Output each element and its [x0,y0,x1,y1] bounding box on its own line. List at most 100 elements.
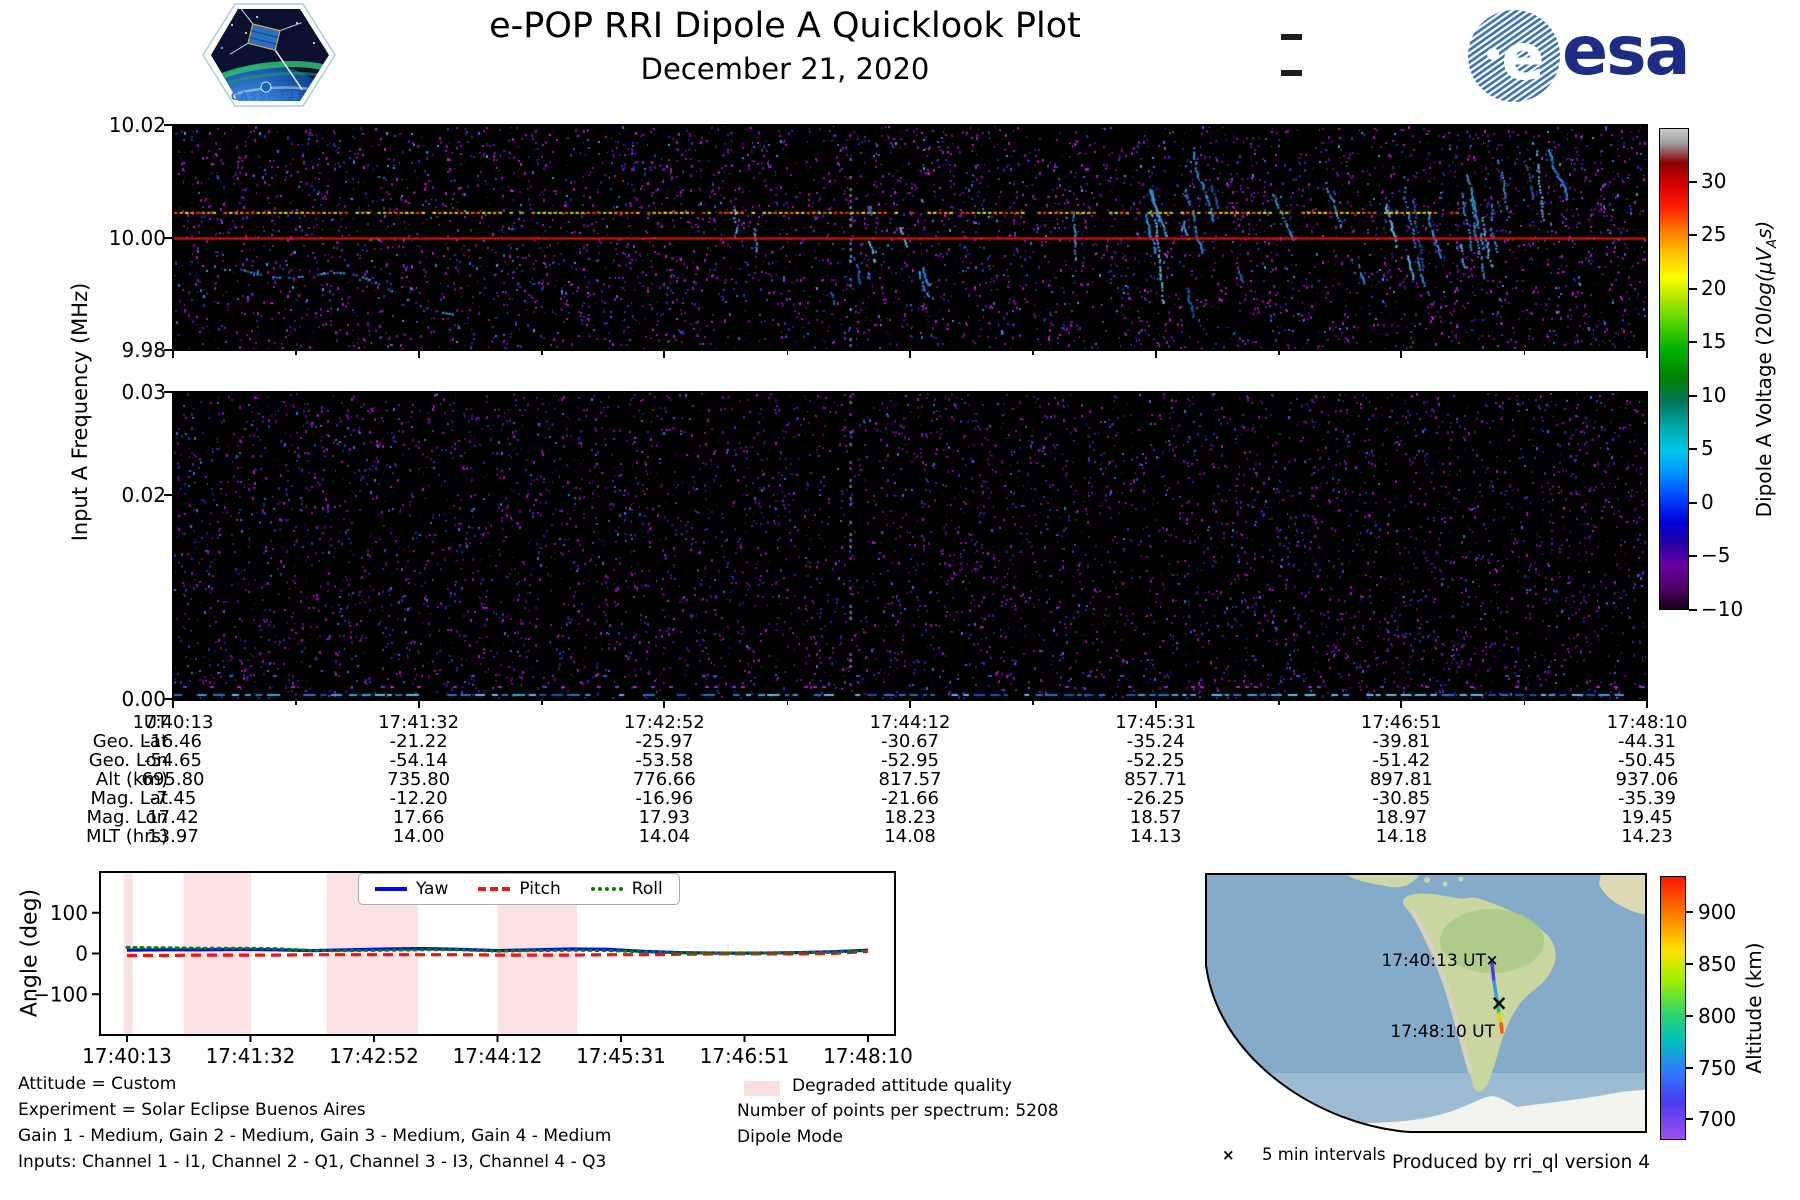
x-minor-tick-mark [541,351,543,355]
altitude-colorbar-tick-mark [1686,1118,1693,1120]
colorbar-tick-label: 15 [1701,329,1726,353]
altitude-colorbar-tick-label: 700 [1698,1107,1736,1131]
spectrogram-panel-upper [172,124,1648,351]
gains-note: Gain 1 - Medium, Gain 2 - Medium, Gain 3… [18,1126,611,1146]
y-tick-mark [164,124,172,126]
y-tick-label-lower: 0.02 [86,483,166,507]
spectrogram-upper-canvas [174,126,1646,349]
altitude-colorbar-tick-mark [1686,911,1693,913]
colorbar-tick-label: 5 [1701,436,1714,460]
colorbar-tick-label: −10 [1701,597,1743,621]
table-cell: 17.42 [83,807,263,828]
colorbar-tick-mark [1689,395,1697,397]
table-cell: -35.24 [1066,731,1246,752]
table-cell: 14.04 [574,826,754,847]
table-cell: 17:41:32 [329,712,509,733]
x-minor-tick-mark [1032,701,1034,705]
cb-label-p2: log(μV [1752,248,1776,313]
experiment-note: Experiment = Solar Eclipse Buenos Aires [18,1100,366,1120]
x-tick-mark [1646,701,1648,708]
attitude-legend: YawPitchRoll [358,873,680,905]
x-minor-tick-mark [1524,701,1526,705]
table-cell: -44.31 [1557,731,1737,752]
degraded-attitude-band [124,873,133,1034]
interval-cross-marker: × [1486,951,1499,969]
attitude-x-tick-label: 17:42:52 [329,1044,419,1068]
points-per-spectrum-note: Number of points per spectrum: 5208 [737,1101,1059,1121]
table-cell: 17:48:10 [1557,712,1737,733]
colorbar-tick-label: 10 [1701,383,1726,407]
table-cell: 897.81 [1311,769,1491,790]
legend-item-roll: Roll [591,879,663,899]
altitude-colorbar-tick-label: 750 [1698,1056,1736,1080]
table-cell: -16.96 [574,788,754,809]
track-end-label: 17:48:10 UT [1390,1022,1495,1042]
spectrogram-panel-lower [172,391,1648,701]
table-cell: -25.97 [574,731,754,752]
attitude-y-tick-label: 100 [50,901,88,925]
table-cell: -30.85 [1311,788,1491,809]
x-tick-mark [663,351,665,358]
x-tick-mark [172,701,174,708]
table-cell: 17.93 [574,807,754,828]
table-cell: -50.45 [1557,750,1737,771]
table-cell: 18.23 [820,807,1000,828]
altitude-colorbar-tick-label: 800 [1698,1004,1736,1028]
altitude-colorbar [1660,876,1686,1140]
x-tick-mark [1155,701,1157,708]
table-cell: -12.20 [329,788,509,809]
colorbar-tick-mark [1689,609,1697,611]
colorbar-tick-mark [1689,341,1697,343]
table-cell: 17:45:31 [1066,712,1246,733]
legend-line-sample [591,887,623,891]
legend-item-yaw: Yaw [375,879,448,899]
attitude-x-tick-label: 17:41:32 [206,1044,296,1068]
table-cell: 695.80 [83,769,263,790]
attitude-y-tick-label: −100 [33,982,88,1006]
x-tick-mark [172,351,174,358]
table-cell: 17:44:12 [820,712,1000,733]
x-minor-tick-mark [787,351,789,355]
cb-label-p1: Dipole A Voltage (20 [1752,313,1776,518]
interval-marker-icon: × [1222,1146,1235,1164]
colorbar-tick-mark [1689,181,1697,183]
attitude-x-tick-label: 17:40:13 [82,1044,172,1068]
y-tick-label-upper: 9.98 [86,338,166,362]
table-cell: 14.23 [1557,826,1737,847]
y-tick-mark [164,349,172,351]
table-cell: 776.66 [574,769,754,790]
table-cell: 17:46:51 [1311,712,1491,733]
page-subtitle: December 21, 2020 [190,52,1380,86]
colorbar-tick-mark [1689,234,1697,236]
esa-logo: e [1466,8,1562,104]
legend-line-sample [478,887,510,891]
table-cell: 13.97 [83,826,263,847]
colorbar-tick-mark [1689,448,1697,450]
y-tick-label-upper: 10.02 [86,113,166,137]
altitude-colorbar-tick-label: 850 [1698,952,1736,976]
x-minor-tick-mark [1032,351,1034,355]
altitude-colorbar-tick-mark [1686,963,1693,965]
attitude-x-tick-label: 17:44:12 [453,1044,543,1068]
x-minor-tick-mark [1278,701,1280,705]
x-tick-mark [663,701,665,708]
legend-label: Yaw [416,879,448,899]
attitude-y-tick-label: 0 [75,942,88,966]
colorbar-tick-mark [1689,288,1697,290]
esa-e-glyph: e [1501,21,1544,95]
x-minor-tick-mark [295,351,297,355]
attitude-x-tick-label: 17:48:10 [823,1044,913,1068]
colorbar-tick-label: −5 [1701,543,1730,567]
y-tick-mark [164,391,172,393]
table-cell: -30.67 [820,731,1000,752]
legend-label: Roll [632,879,663,899]
table-cell: -39.81 [1311,731,1491,752]
esa-dot [1487,48,1499,60]
table-cell: -54.65 [83,750,263,771]
cassiope-mission-patch-logo: CASSIOPE [202,3,336,108]
x-tick-mark [418,351,420,358]
table-cell: 17.66 [329,807,509,828]
page-title: e-POP RRI Dipole A Quicklook Plot [190,6,1380,46]
attitude-note: Attitude = Custom [18,1074,176,1094]
x-tick-mark [909,701,911,708]
